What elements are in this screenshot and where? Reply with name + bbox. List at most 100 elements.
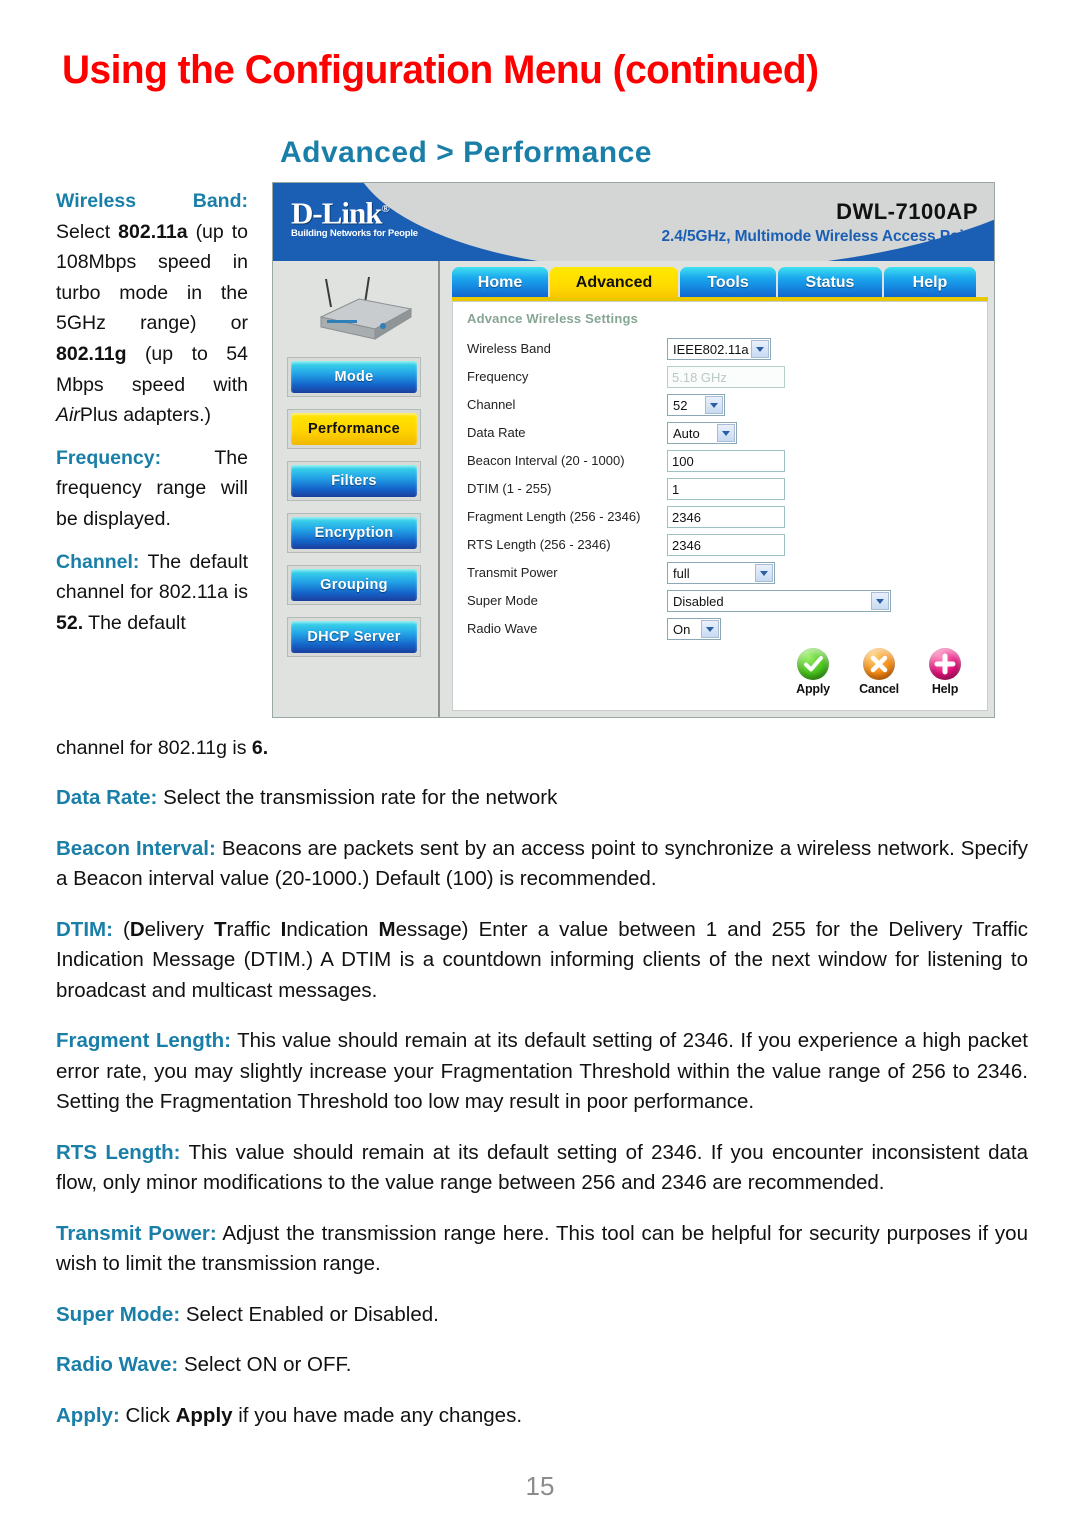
device-header: D-Link® Building Networks for People DWL… <box>273 183 994 261</box>
chevron-down-icon[interactable] <box>871 592 889 610</box>
channel-select[interactable]: 52 <box>667 394 725 416</box>
field-row-wireless-band: Wireless Band IEEE802.11a <box>467 338 977 362</box>
field-label: RTS Length (256 - 2346) <box>467 537 611 552</box>
text: ( <box>112 917 130 941</box>
radio-wave-select-wrap: On <box>667 618 721 640</box>
tab-status[interactable]: Status <box>778 267 882 298</box>
manual-page: Using the Configuration Menu (continued)… <box>0 0 1080 1529</box>
label-wireless-band: Wireless Band: <box>56 190 248 212</box>
chevron-down-icon[interactable] <box>705 396 723 414</box>
side-button-filters[interactable]: Filters <box>287 461 421 501</box>
fragment-length-input[interactable]: 2346 <box>667 506 785 528</box>
label-apply: Apply: <box>56 1403 120 1427</box>
chevron-down-icon[interactable] <box>701 620 719 638</box>
super-mode-select[interactable]: Disabled <box>667 590 891 612</box>
paragraph-fragment-length: Fragment Length: This value should remai… <box>56 1026 1028 1118</box>
text: if you have made any changes. <box>232 1403 523 1427</box>
text: ndication <box>286 917 379 941</box>
field-row-transmit-power: Transmit Power full <box>467 562 977 586</box>
label-fragment-length: Fragment Length: <box>56 1029 232 1052</box>
dtim-input[interactable]: 1 <box>667 478 785 500</box>
settings-section-header: Advance Wireless Settings <box>467 311 639 326</box>
label-beacon-interval: Beacon Interval: <box>56 836 216 860</box>
field-label: Transmit Power <box>467 565 558 580</box>
chevron-down-icon[interactable] <box>755 564 773 582</box>
field-label: Super Mode <box>467 593 538 608</box>
paragraph-frequency: Frequency: The frequency range will be d… <box>56 443 248 535</box>
frequency-input-wrap: 5.18 GHz <box>667 366 785 388</box>
paragraph-wireless-band: Wireless Band: Select 802.11a (up to 108… <box>56 186 248 431</box>
side-button-grouping[interactable]: Grouping <box>287 565 421 605</box>
model-block: DWL-7100AP 2.4/5GHz, Multimode Wireless … <box>498 199 979 246</box>
field-row-fragment-length: Fragment Length (256 - 2346) 2346 <box>467 506 977 530</box>
text: channel for 802.11g is <box>56 737 252 759</box>
frequency-input: 5.18 GHz <box>667 366 785 388</box>
apply-button[interactable]: Apply <box>787 648 839 696</box>
side-button-dhcp-server[interactable]: DHCP Server <box>287 617 421 657</box>
left-text-column: Wireless Band: Select 802.11a (up to 108… <box>56 186 248 648</box>
chevron-down-icon[interactable] <box>717 424 735 442</box>
wireless-band-value: IEEE802.11a <box>673 342 749 357</box>
data-rate-value: Auto <box>673 426 700 441</box>
device-side-menu: Mode Performance Filters Encryption Grou… <box>287 357 423 669</box>
field-label: Fragment Length (256 - 2346) <box>467 509 641 524</box>
paragraph-radio-wave: Radio Wave: Select ON or OFF. <box>56 1350 1028 1381</box>
text: Select ON or OFF. <box>178 1353 352 1376</box>
text: T <box>213 917 227 941</box>
dlink-logo: D-Link® Building Networks for People <box>291 192 441 248</box>
plus-icon <box>929 648 961 680</box>
label-radio-wave: Radio Wave: <box>56 1353 179 1376</box>
device-body: Mode Performance Filters Encryption Grou… <box>273 261 994 717</box>
field-row-frequency: Frequency 5.18 GHz <box>467 366 977 390</box>
paragraph-transmit-power: Transmit Power: Adjust the transmission … <box>56 1219 1028 1280</box>
section-subtitle: Advanced > Performance <box>280 136 652 169</box>
text: elivery <box>144 917 214 941</box>
field-row-beacon-interval: Beacon Interval (20 - 1000) 100 <box>467 450 977 474</box>
tab-help[interactable]: Help <box>884 267 976 298</box>
brand-tagline: Building Networks for People <box>291 228 418 240</box>
channel-select-wrap: 52 <box>667 394 725 416</box>
field-label: Data Rate <box>467 425 526 440</box>
data-rate-select[interactable]: Auto <box>667 422 737 444</box>
field-label: Channel <box>467 397 516 412</box>
chevron-down-icon[interactable] <box>751 340 769 358</box>
radio-wave-select[interactable]: On <box>667 618 721 640</box>
side-button-performance[interactable]: Performance <box>287 409 421 449</box>
rts-length-input[interactable]: 2346 <box>667 534 785 556</box>
side-button-mode[interactable]: Mode <box>287 357 421 397</box>
help-label: Help <box>931 682 959 696</box>
side-button-encryption[interactable]: Encryption <box>287 513 421 553</box>
check-icon <box>797 648 829 680</box>
channel-value: 52 <box>673 398 688 413</box>
settings-panel: Advance Wireless Settings Wireless Band … <box>452 301 988 711</box>
wireless-band-select-wrap: IEEE802.11a <box>667 338 771 360</box>
tab-advanced[interactable]: Advanced <box>550 267 678 298</box>
wireless-band-select[interactable]: IEEE802.11a <box>667 338 771 360</box>
cancel-button[interactable]: Cancel <box>853 648 905 696</box>
value-80211g: 802.11g <box>56 342 127 365</box>
registered-mark: ® <box>381 203 389 215</box>
text: Apply <box>175 1403 233 1427</box>
paragraph-rts-length: RTS Length: This value should remain at … <box>56 1138 1028 1199</box>
text: The default <box>83 611 186 634</box>
device-nav-tabs: Home Advanced Tools Status Help <box>452 267 988 298</box>
transmit-power-select[interactable]: full <box>667 562 775 584</box>
paragraph-dtim: DTIM: (Delivery Traffic Indication Messa… <box>56 915 1028 1007</box>
field-row-channel: Channel 52 <box>467 394 977 418</box>
page-number: 15 <box>525 1471 555 1501</box>
tab-tools[interactable]: Tools <box>680 267 776 298</box>
beacon-interval-input[interactable]: 100 <box>667 450 785 472</box>
tab-home[interactable]: Home <box>452 267 548 298</box>
super-mode-value: Disabled <box>673 594 724 609</box>
transmit-power-value: full <box>673 566 690 581</box>
model-description: 2.4/5GHz, Multimode Wireless Access Poin… <box>661 228 979 245</box>
value-80211a: 802.11a <box>118 220 188 243</box>
help-button[interactable]: Help <box>919 648 971 696</box>
text: This value should remain at its default … <box>56 1140 1028 1195</box>
paragraph-apply: Apply: Click Apply if you have made any … <box>56 1401 1028 1432</box>
label-dtim: DTIM: <box>56 917 113 941</box>
text: Select the transmission rate for the net… <box>157 786 558 809</box>
beacon-interval-input-wrap: 100 <box>667 450 785 472</box>
rts-length-input-wrap: 2346 <box>667 534 785 556</box>
text: Plus adapters.) <box>79 404 211 427</box>
